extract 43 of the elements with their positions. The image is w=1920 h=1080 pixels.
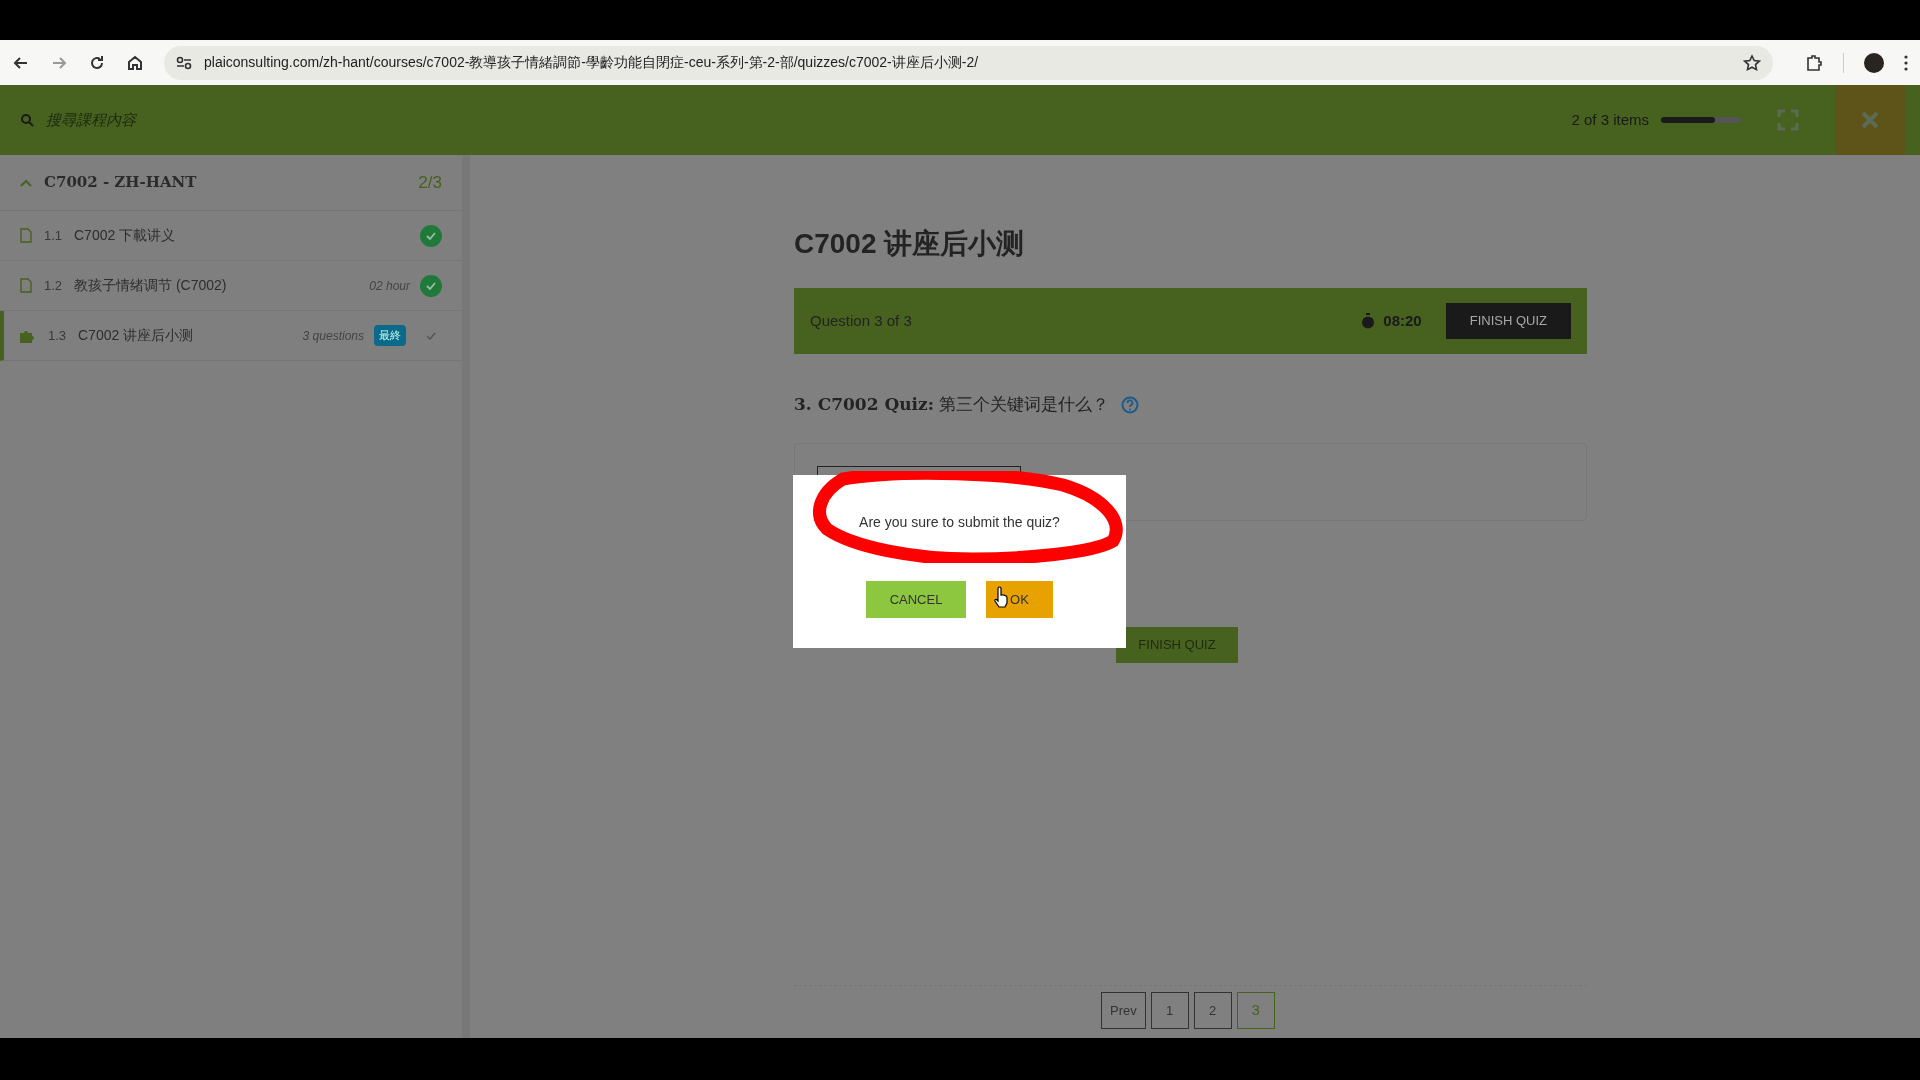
stopwatch-icon	[1361, 313, 1376, 329]
sidebar-item[interactable]: 1.1 C7002 下載讲义	[0, 211, 462, 261]
site-settings-icon[interactable]	[176, 55, 192, 70]
cancel-button[interactable]: CANCEL	[866, 581, 966, 618]
item-badge: 最終	[374, 325, 406, 346]
page-button[interactable]: 3	[1236, 992, 1275, 1029]
progress-text: 2 of 3 items	[1571, 109, 1649, 130]
page-button[interactable]: 2	[1193, 992, 1232, 1029]
hand-cursor-icon	[993, 586, 1009, 608]
item-title: C7002 讲座后小测	[78, 326, 195, 345]
profile-avatar[interactable]	[1864, 52, 1884, 73]
quiz-title: C7002 讲座后小测	[794, 227, 1026, 261]
item-title: 教孩子情绪调节 (C7002)	[74, 276, 228, 295]
item-meta: 02 hour	[369, 277, 410, 295]
item-number: 1.2	[44, 276, 64, 295]
search-icon	[20, 113, 34, 127]
puzzle-icon	[20, 328, 36, 343]
section-count: 2/3	[418, 171, 442, 194]
document-icon	[20, 228, 32, 243]
dialog-message: Are you sure to submit the quiz?	[859, 513, 1060, 532]
extensions-icon[interactable]	[1805, 53, 1823, 72]
finish-quiz-button[interactable]: FINISH QUIZ	[1445, 303, 1571, 339]
reload-icon[interactable]	[88, 53, 106, 72]
section-title: C7002 - ZH-HANT	[44, 172, 198, 194]
page-button[interactable]: 1	[1150, 992, 1189, 1029]
menu-icon[interactable]	[1904, 54, 1908, 71]
item-number: 1.1	[44, 226, 64, 245]
sidebar-item[interactable]: 1.3 C7002 讲座后小测 3 questions 最終	[0, 311, 462, 361]
question-counter: Question 3 of 3	[810, 310, 913, 331]
ok-button[interactable]: OK	[986, 581, 1053, 618]
item-title: C7002 下載讲义	[74, 226, 177, 245]
close-icon	[1860, 110, 1880, 130]
page-button[interactable]: Prev	[1101, 992, 1146, 1029]
url-text: plaiconsulting.com/zh-hant/courses/c7002-教導孩子情緒調節-學齡功能自閉症-ceu-系列-第-2-部/quizzes/c7002-讲座后小测-2/	[204, 53, 980, 72]
home-icon[interactable]	[126, 53, 144, 72]
bookmark-star-icon[interactable]	[1743, 53, 1761, 72]
address-bar[interactable]: plaiconsulting.com/zh-hant/courses/c7002-教導孩子情緒調節-學齡功能自閉症-ceu-系列-第-2-部/quizzes/c7002-讲座后小测-2/	[164, 45, 1773, 80]
question-text: 3. C7002 Quiz: 第三个关键词是什么？	[794, 393, 1109, 416]
item-number: 1.3	[48, 326, 68, 345]
timer-text: 08:20	[1383, 310, 1422, 331]
item-meta: 3 questions	[302, 327, 364, 345]
sidebar-item[interactable]: 1.2 教孩子情绪调节 (C7002) 02 hour	[0, 261, 462, 311]
document-icon	[20, 278, 32, 293]
